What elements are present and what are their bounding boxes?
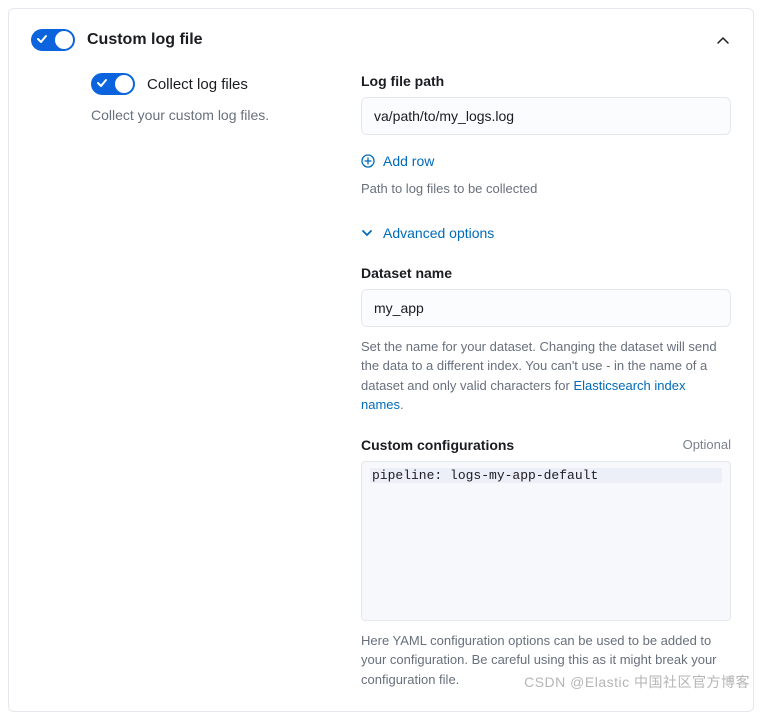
advanced-options-label: Advanced options <box>383 225 494 241</box>
panel-content: Collect log files Collect your custom lo… <box>31 73 731 689</box>
watermark: CSDN @Elastic 中国社区官方博客 <box>524 672 750 692</box>
panel-header: Custom log file <box>31 29 731 51</box>
panel-title: Custom log file <box>87 31 203 49</box>
chevron-up-icon[interactable] <box>715 33 731 49</box>
chevron-down-icon <box>361 227 373 239</box>
collect-label: Collect log files <box>147 76 248 93</box>
log-path-hint: Path to log files to be collected <box>361 179 731 199</box>
custom-config-section: Custom configurations Optional pipeline:… <box>361 437 731 690</box>
log-file-path-input[interactable] <box>361 97 731 135</box>
dataset-name-label: Dataset name <box>361 265 731 281</box>
check-icon <box>36 33 48 45</box>
add-row-button[interactable]: Add row <box>361 153 731 169</box>
custom-config-editor[interactable]: pipeline: logs-my-app-default <box>361 461 731 621</box>
yaml-key: pipeline: <box>372 468 442 483</box>
plus-circle-icon <box>361 154 375 168</box>
yaml-value: logs-my-app-default <box>442 468 598 483</box>
optional-badge: Optional <box>683 437 731 452</box>
custom-log-file-toggle[interactable] <box>31 29 75 51</box>
add-row-label: Add row <box>383 153 434 169</box>
toggle-knob <box>55 31 73 49</box>
custom-config-label: Custom configurations <box>361 437 514 453</box>
dataset-name-input[interactable] <box>361 289 731 327</box>
collect-log-files-toggle[interactable] <box>91 73 135 95</box>
right-column: Log file path Add row Path to log files … <box>361 73 731 689</box>
log-file-path-label: Log file path <box>361 73 731 89</box>
collect-description: Collect your custom log files. <box>91 107 331 123</box>
left-column: Collect log files Collect your custom lo… <box>31 73 331 689</box>
dataset-hint: Set the name for your dataset. Changing … <box>361 337 731 415</box>
toggle-knob <box>115 75 133 93</box>
advanced-options-toggle[interactable]: Advanced options <box>361 225 731 241</box>
dataset-hint-post: . <box>400 397 404 412</box>
custom-log-file-panel: Custom log file Collect log files Collec… <box>8 8 754 712</box>
custom-config-header: Custom configurations Optional <box>361 437 731 453</box>
code-line: pipeline: logs-my-app-default <box>370 468 722 483</box>
collect-row: Collect log files <box>91 73 331 95</box>
check-icon <box>96 77 108 89</box>
